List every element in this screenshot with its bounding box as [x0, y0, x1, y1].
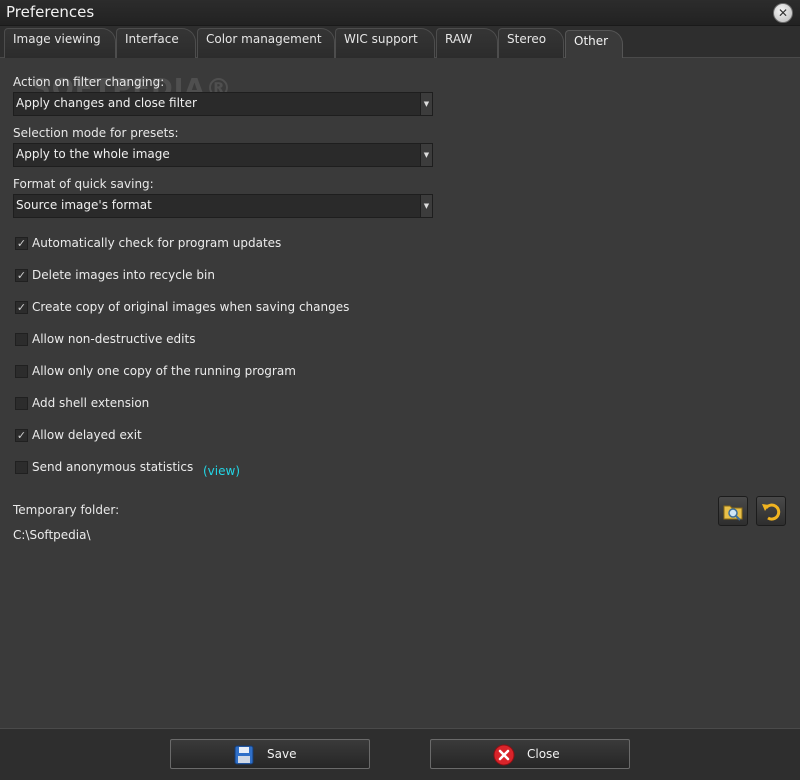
- selection-mode-label: Selection mode for presets:: [13, 126, 179, 140]
- shell-extension-checkbox[interactable]: [15, 397, 28, 410]
- selection-mode-select[interactable]: Apply to the whole image ▼: [13, 143, 433, 167]
- quick-save-format-select[interactable]: Source image's format ▼: [13, 194, 433, 218]
- temp-folder-label: Temporary folder:: [13, 503, 120, 517]
- red-close-icon: [493, 744, 515, 766]
- other-settings-panel: SOFTPEDIA® Action on filter changing: Ap…: [4, 58, 796, 728]
- shell-extension-label: Add shell extension: [32, 396, 150, 410]
- folder-search-icon: [723, 505, 743, 521]
- copy-original-label: Create copy of original images when savi…: [32, 300, 350, 314]
- window-close-button[interactable]: ✕: [773, 3, 793, 23]
- quick-save-format-value: Source image's format: [16, 198, 152, 212]
- delayed-exit-checkbox[interactable]: ✓: [15, 429, 28, 442]
- auto-update-label: Automatically check for program updates: [32, 236, 282, 250]
- window-title: Preferences: [6, 3, 95, 21]
- reset-folder-button[interactable]: [756, 496, 786, 526]
- tab-raw[interactable]: RAW: [436, 28, 498, 58]
- tab-stereo[interactable]: Stereo: [498, 28, 564, 58]
- tab-color-management[interactable]: Color management: [197, 28, 335, 58]
- dropdown-arrow-icon[interactable]: ▼: [420, 195, 432, 217]
- auto-update-checkbox[interactable]: ✓: [15, 237, 28, 250]
- save-button-label: Save: [267, 747, 297, 761]
- dropdown-arrow-icon[interactable]: ▼: [420, 93, 432, 115]
- non-destructive-label: Allow non-destructive edits: [32, 332, 196, 346]
- single-instance-checkbox[interactable]: [15, 365, 28, 378]
- view-statistics-link[interactable]: (view): [203, 464, 240, 478]
- browse-folder-button[interactable]: [718, 496, 748, 526]
- close-button-label: Close: [527, 747, 560, 761]
- temp-folder-path: C:\Softpedia\: [13, 528, 91, 542]
- tab-interface[interactable]: Interface: [116, 28, 196, 58]
- copy-original-checkbox[interactable]: ✓: [15, 301, 28, 314]
- save-button[interactable]: Save: [170, 739, 370, 769]
- close-button[interactable]: Close: [430, 739, 630, 769]
- single-instance-label: Allow only one copy of the running progr…: [32, 364, 296, 378]
- selection-mode-value: Apply to the whole image: [16, 147, 170, 161]
- dialog-button-bar: Save Close: [0, 728, 800, 780]
- tab-other[interactable]: Other: [565, 30, 623, 59]
- tab-strip: Image viewing Interface Color management…: [0, 26, 800, 59]
- delayed-exit-label: Allow delayed exit: [32, 428, 142, 442]
- anonymous-stats-checkbox[interactable]: [15, 461, 28, 474]
- dropdown-arrow-icon[interactable]: ▼: [420, 144, 432, 166]
- floppy-disk-icon: [234, 745, 254, 765]
- undo-icon: [762, 503, 781, 521]
- recycle-bin-label: Delete images into recycle bin: [32, 268, 215, 282]
- quick-save-format-label: Format of quick saving:: [13, 177, 154, 191]
- tab-wic-support[interactable]: WIC support: [335, 28, 435, 58]
- non-destructive-checkbox[interactable]: [15, 333, 28, 346]
- title-bar: Preferences ✕: [0, 0, 800, 26]
- recycle-bin-checkbox[interactable]: ✓: [15, 269, 28, 282]
- anonymous-stats-label: Send anonymous statistics: [32, 460, 194, 474]
- filter-action-label: Action on filter changing:: [13, 75, 165, 89]
- tab-image-viewing[interactable]: Image viewing: [4, 28, 116, 58]
- filter-action-select[interactable]: Apply changes and close filter ▼: [13, 92, 433, 116]
- filter-action-value: Apply changes and close filter: [16, 96, 197, 110]
